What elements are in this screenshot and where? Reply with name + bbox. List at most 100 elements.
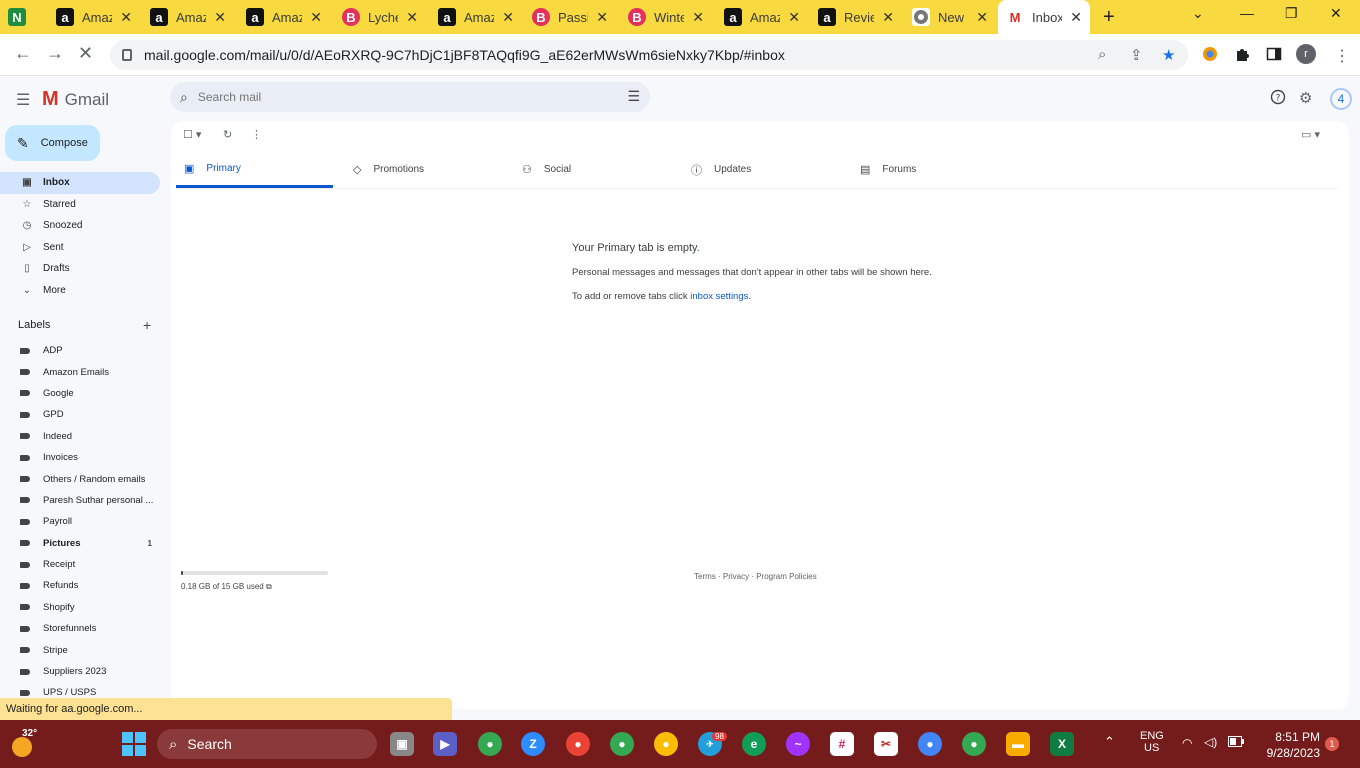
label-item[interactable]: Suppliers 2023 (0, 661, 170, 682)
minimize-icon[interactable]: — (1240, 5, 1254, 21)
stop-loading-icon[interactable]: ✕ (78, 43, 93, 64)
sidebar-item-more[interactable]: ⌄ More (0, 280, 160, 302)
start-button[interactable] (122, 732, 146, 756)
add-label-icon[interactable]: + (143, 317, 151, 333)
bookmark-star-icon[interactable]: ★ (1162, 46, 1175, 64)
close-icon[interactable]: ✕ (120, 9, 132, 26)
language-indicator[interactable]: ENG US (1140, 730, 1164, 754)
label-item[interactable]: Google (0, 383, 170, 404)
close-icon[interactable]: ✕ (502, 9, 514, 26)
browser-tab[interactable]: a Amazon ✕ (142, 0, 234, 34)
close-icon[interactable]: ✕ (406, 9, 418, 26)
tab-promotions[interactable]: ◇ Promotions (345, 151, 502, 188)
label-item[interactable]: Payroll (0, 511, 170, 532)
chrome-icon[interactable]: ● (654, 732, 678, 756)
label-item[interactable]: Receipt (0, 554, 170, 575)
browser-tab[interactable]: a Amazon ✕ (716, 0, 808, 34)
close-icon[interactable]: ✕ (692, 9, 704, 26)
chrome-icon[interactable]: ● (478, 732, 502, 756)
close-icon[interactable]: ✕ (596, 9, 608, 26)
close-icon[interactable]: ✕ (1070, 9, 1082, 26)
inbox-settings-link[interactable]: inbox settings (690, 291, 748, 302)
search-input[interactable] (195, 89, 596, 105)
side-panel-icon[interactable] (1266, 46, 1282, 67)
taskbar-clock[interactable]: 8:51 PM 9/28/2023 (1260, 729, 1320, 761)
label-item[interactable]: Shopify (0, 597, 170, 618)
browser-tab[interactable]: a Amazon ✕ (430, 0, 522, 34)
window-close-icon[interactable]: ✕ (1330, 5, 1342, 22)
chrome-icon[interactable]: ● (918, 732, 942, 756)
file-explorer-icon[interactable]: ▬ (1006, 732, 1030, 756)
sidebar-item-inbox[interactable]: ▣ Inbox (0, 172, 160, 194)
label-item[interactable]: Refunds (0, 575, 170, 596)
sidebar-item-starred[interactable]: ☆ Starred (0, 194, 160, 216)
browser-tab[interactable]: a Amazon ✕ (48, 0, 140, 34)
close-icon[interactable]: ✕ (882, 9, 894, 26)
share-icon[interactable]: ⇪ (1130, 46, 1143, 64)
label-item[interactable]: Invoices (0, 447, 170, 468)
tab-primary[interactable]: ▣ Primary (176, 151, 333, 188)
messenger-icon[interactable]: ~ (786, 732, 810, 756)
profile-avatar[interactable]: r (1296, 44, 1316, 64)
open-in-new-icon[interactable]: ⧉ (266, 582, 272, 591)
more-actions-icon[interactable]: ⋮ (251, 128, 262, 141)
close-icon[interactable]: ✕ (214, 9, 226, 26)
zoom-icon[interactable]: ⌕ (1098, 46, 1106, 63)
chrome-icon[interactable]: ● (610, 732, 634, 756)
notification-badge[interactable]: 1 (1325, 737, 1339, 751)
chrome-icon[interactable]: ● (962, 732, 986, 756)
compose-button[interactable]: ✎ Compose (5, 125, 100, 161)
excel-icon[interactable]: X (1050, 732, 1074, 756)
wifi-icon[interactable]: ◠ (1182, 736, 1192, 750)
close-icon[interactable]: ✕ (788, 9, 800, 26)
teams-icon[interactable]: ▶ (433, 732, 457, 756)
forward-icon[interactable]: → (46, 43, 64, 64)
help-icon[interactable]: ? (1270, 89, 1286, 109)
browser-menu-icon[interactable]: ⋮ (1334, 46, 1350, 66)
label-item[interactable]: GPD (0, 404, 170, 425)
address-bar[interactable]: mail.google.com/mail/u/0/d/AEoRXRQ-9C7hD… (110, 40, 1188, 70)
show-hidden-icons-icon[interactable]: ⌃ (1104, 734, 1115, 750)
restore-icon[interactable]: ❐ (1285, 5, 1298, 22)
refresh-icon[interactable]: ↻ (223, 128, 232, 141)
label-item[interactable]: Paresh Suthar personal ... (0, 490, 170, 511)
puzzle-icon[interactable] (1234, 46, 1250, 67)
weather-widget[interactable]: 32° (10, 728, 37, 757)
new-tab-icon[interactable]: + (1103, 6, 1115, 29)
volume-icon[interactable]: ◁) (1204, 735, 1217, 749)
sidebar-item-drafts[interactable]: ▯ Drafts (0, 258, 160, 280)
address-url[interactable]: mail.google.com/mail/u/0/d/AEoRXRQ-9C7hD… (144, 47, 785, 63)
input-tools-icon[interactable]: ▭ ▾ (1301, 128, 1320, 141)
label-item[interactable]: Indeed (0, 426, 170, 447)
settings-gear-icon[interactable]: ⚙ (1299, 89, 1312, 107)
edge-icon[interactable]: e (742, 732, 766, 756)
tab-social[interactable]: ⚇ Social (514, 151, 671, 188)
extension-icon[interactable] (1202, 46, 1218, 67)
tab-updates[interactable]: ⓘ Updates (683, 151, 840, 188)
label-item[interactable]: Pictures 1 (0, 533, 170, 554)
browser-tab[interactable]: B Winter ✕ (620, 0, 712, 34)
lock-icon[interactable] (122, 49, 132, 61)
tab-forums[interactable]: ▤ Forums (852, 151, 1009, 188)
label-item[interactable]: Stripe (0, 639, 170, 660)
browser-tab[interactable]: a Amazon ✕ (238, 0, 330, 34)
label-item[interactable]: Others / Random emails (0, 468, 170, 489)
main-menu-icon[interactable]: ☰ (16, 90, 30, 110)
label-item[interactable]: Amazon Emails (0, 361, 170, 382)
browser-tab[interactable]: B Passion ✕ (524, 0, 616, 34)
browser-tab-active[interactable]: M Inbox ✕ (998, 0, 1090, 34)
close-icon[interactable]: ✕ (310, 9, 322, 26)
browser-tab[interactable]: B Lychee ✕ (334, 0, 426, 34)
select-all-checkbox[interactable]: ☐ ▾ (183, 128, 201, 141)
chrome-icon[interactable]: ● (566, 732, 590, 756)
browser-tab[interactable]: a Reviews ✕ (810, 0, 902, 34)
zoom-app-icon[interactable]: Z (521, 732, 545, 756)
browser-tab[interactable]: N (0, 0, 46, 34)
sidebar-item-snoozed[interactable]: ◷ Snoozed (0, 215, 160, 237)
browser-tab[interactable]: New ✕ (904, 0, 996, 34)
search-icon[interactable]: ⌕ (180, 89, 188, 106)
footer-links[interactable]: Terms · Privacy · Program Policies (694, 572, 817, 581)
label-item[interactable]: Storefunnels (0, 618, 170, 639)
slack-icon[interactable]: # (830, 732, 854, 756)
back-icon[interactable]: ← (14, 43, 32, 64)
